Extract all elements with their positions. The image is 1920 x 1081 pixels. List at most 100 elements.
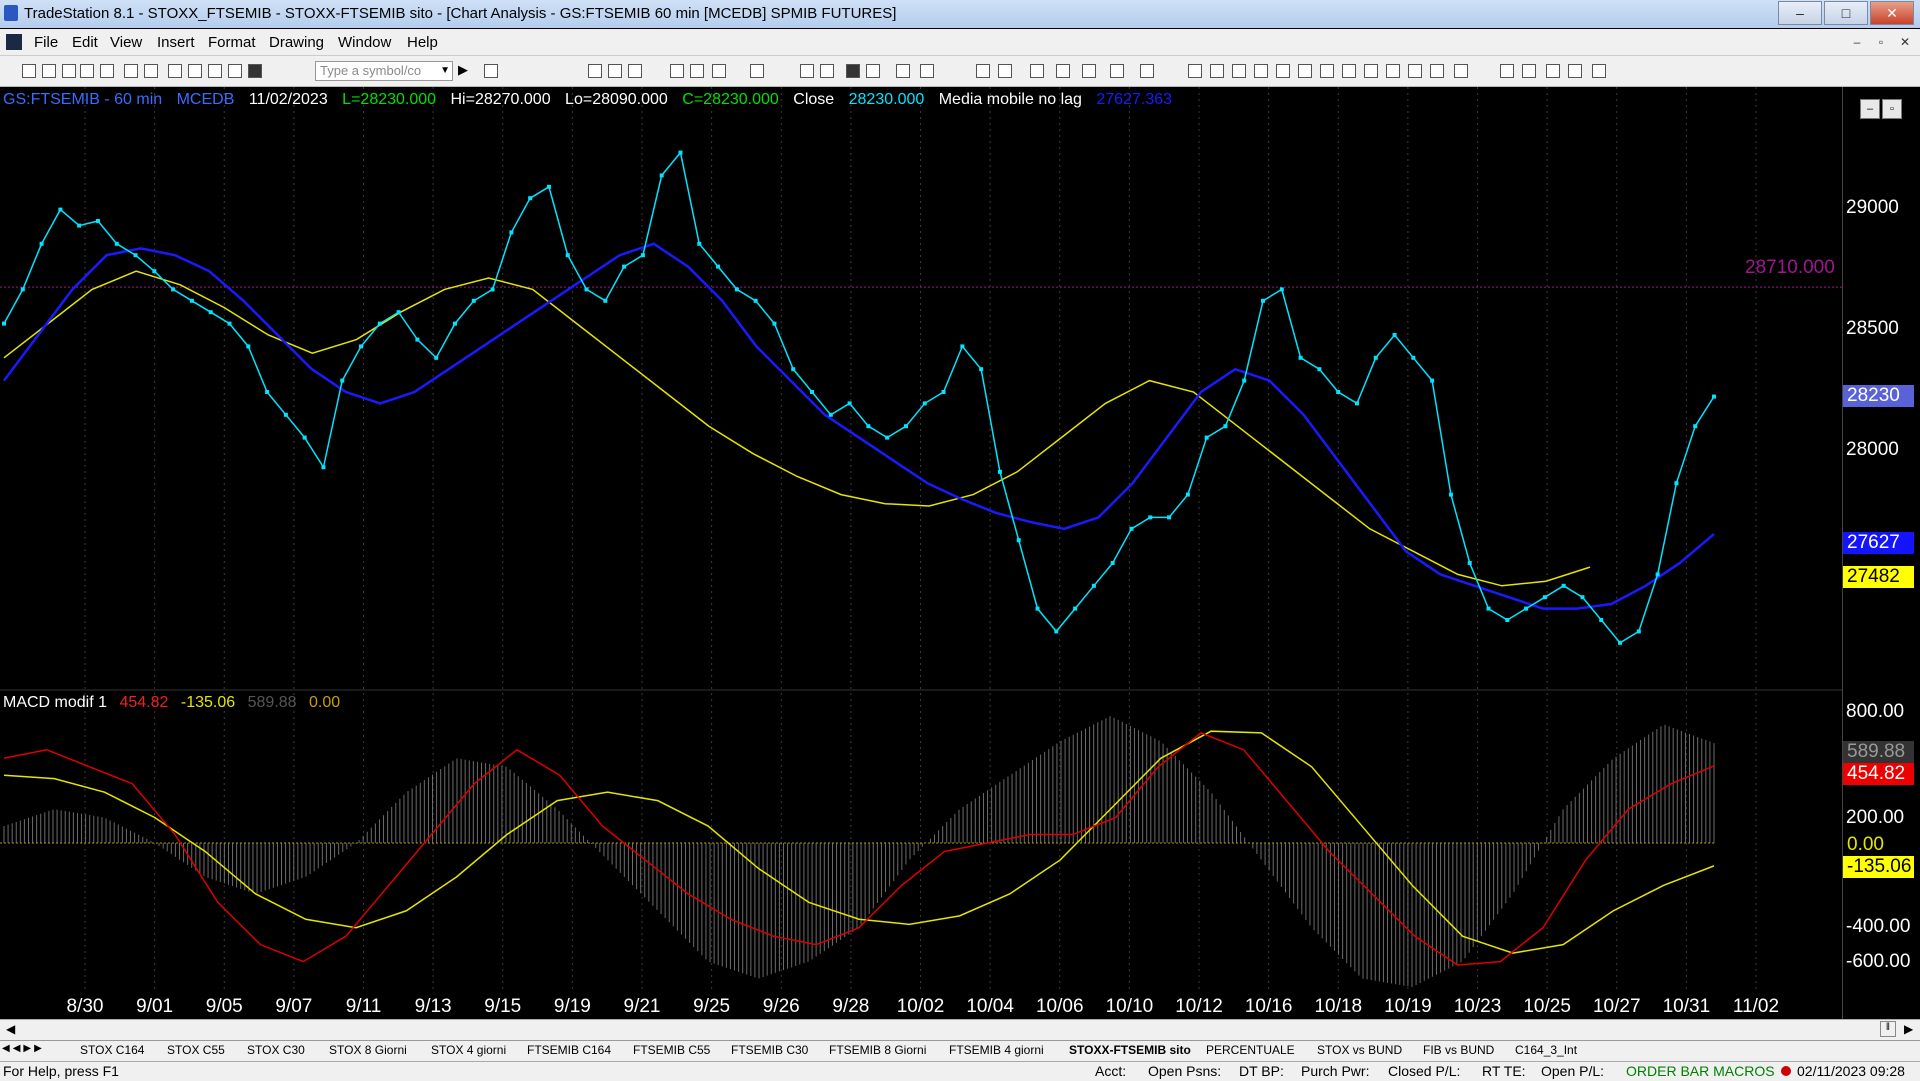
maximize-button[interactable]: □ (1824, 1, 1868, 25)
fan-icon[interactable] (1408, 64, 1422, 78)
scroll-right-icon[interactable]: ▶ (1904, 1022, 1913, 1036)
andrews-icon[interactable] (1320, 64, 1334, 78)
zoom-in-icon[interactable] (976, 64, 990, 78)
menu-edit[interactable]: Edit (72, 34, 98, 51)
arrow-up-icon[interactable] (1522, 64, 1536, 78)
symbol-input[interactable]: Type a symbol/co ▼ (315, 61, 453, 81)
horizontal-line-icon[interactable] (1210, 64, 1224, 78)
tab-stoxx-ftsemib-sito[interactable]: STOXX-FTSEMIB sito (1069, 1043, 1191, 1057)
radar-icon[interactable] (712, 64, 726, 78)
pointer-icon[interactable] (1030, 64, 1044, 78)
text-icon[interactable] (1592, 64, 1606, 78)
price-point (885, 435, 890, 440)
scroll-left-icon[interactable]: ◀ (6, 1022, 15, 1036)
gann-icon[interactable] (1254, 64, 1268, 78)
tab-fib-vs-bund[interactable]: FIB vs BUND (1423, 1043, 1494, 1057)
trade-bar-icon[interactable] (1140, 64, 1154, 78)
mdi-close-icon[interactable]: ✕ (1896, 33, 1914, 51)
menu-window[interactable]: Window (338, 34, 391, 51)
chart-type-icon[interactable] (846, 64, 860, 78)
minimize-button[interactable]: – (1778, 1, 1822, 25)
save-icon[interactable] (80, 64, 94, 78)
rectangle-icon[interactable] (1568, 64, 1582, 78)
indicator-icon[interactable] (670, 64, 684, 78)
window-icon[interactable] (168, 64, 182, 78)
chart-analysis-window[interactable]: GS:FTSEMIB - 60 min MCEDB 11/02/2023 L=2… (0, 87, 1920, 1021)
folder-icon[interactable] (100, 64, 114, 78)
order-bar-macros[interactable]: ORDER BAR MACROS (1626, 1063, 1775, 1079)
crosshair-icon[interactable] (1056, 64, 1070, 78)
close-button[interactable]: ✕ (1870, 1, 1914, 25)
menu-file[interactable]: File (34, 34, 58, 51)
print-preview-icon[interactable] (124, 64, 138, 78)
menu-help[interactable]: Help (407, 34, 438, 51)
tab-stox-c55[interactable]: STOX C55 (167, 1043, 225, 1057)
arrow-down-icon[interactable] (1500, 64, 1514, 78)
horizontal-scrollbar[interactable]: ◀ ‖ ▶ (0, 1019, 1920, 1040)
print-icon[interactable] (144, 64, 158, 78)
open-icon[interactable] (42, 64, 56, 78)
strategy-icon[interactable] (690, 64, 704, 78)
compress-icon[interactable] (920, 64, 934, 78)
new-icon[interactable] (22, 64, 36, 78)
tab-percentuale[interactable]: PERCENTUALE (1206, 1043, 1295, 1057)
tab-stox-c30[interactable]: STOX C30 (247, 1043, 305, 1057)
chart-canvas[interactable] (0, 87, 1842, 1021)
tab-ftsemib-4-giorni[interactable]: FTSEMIB 4 giorni (949, 1043, 1044, 1057)
tab-stox-4-giorni[interactable]: STOX 4 giorni (431, 1043, 506, 1057)
tab-ftsemib-c164[interactable]: FTSEMIB C164 (527, 1043, 611, 1057)
go-arrow-icon[interactable]: ▶ (458, 62, 468, 78)
bars-icon[interactable] (866, 64, 880, 78)
tab-stox-c164[interactable]: STOX C164 (80, 1043, 144, 1057)
chart-wizard-icon[interactable] (228, 64, 242, 78)
fib-icon[interactable] (1232, 64, 1246, 78)
tab-stox-vs-bund[interactable]: STOX vs BUND (1317, 1043, 1402, 1057)
table-icon[interactable] (628, 64, 642, 78)
menu-insert[interactable]: Insert (157, 34, 195, 51)
data-window-icon[interactable] (1110, 64, 1124, 78)
tab-ftsemib-8-giorni[interactable]: FTSEMIB 8 Giorni (829, 1043, 926, 1057)
regression-icon[interactable] (1342, 64, 1356, 78)
tab-nav-icon[interactable]: ◀◀▶▶ (2, 1043, 45, 1054)
tab-c164-3-int[interactable]: C164_3_Int (1515, 1043, 1577, 1057)
mdi-restore-icon[interactable]: ▫ (1872, 33, 1890, 51)
symbol-lookup-icon[interactable] (484, 64, 498, 78)
channel-icon[interactable] (1276, 64, 1290, 78)
chart-window-icon[interactable] (6, 34, 22, 50)
spiral-icon[interactable] (1430, 64, 1444, 78)
lock-icon[interactable] (208, 64, 222, 78)
zoom-out-icon[interactable] (998, 64, 1012, 78)
matrix-icon[interactable] (820, 64, 834, 78)
cycle-icon[interactable] (1364, 64, 1378, 78)
pane-minimize-icon[interactable]: – (1860, 99, 1880, 119)
tools-icon[interactable] (1082, 64, 1096, 78)
tab-ftsemib-c30[interactable]: FTSEMIB C30 (731, 1043, 808, 1057)
arc-icon[interactable] (1386, 64, 1400, 78)
price-point (847, 401, 852, 406)
menu-format[interactable]: Format (208, 34, 256, 51)
menu-view[interactable]: View (110, 34, 142, 51)
mdi-minimize-icon[interactable]: – (1848, 33, 1866, 51)
speedline-icon[interactable] (1298, 64, 1312, 78)
line-chart-icon[interactable] (608, 64, 622, 78)
layout-icon[interactable] (188, 64, 202, 78)
pane-restore-icon[interactable]: ▫ (1882, 99, 1902, 119)
scroll-thumb[interactable]: ‖ (1880, 1021, 1896, 1037)
alert-icon[interactable] (800, 64, 814, 78)
ellipse-icon[interactable] (1546, 64, 1560, 78)
bar-chart-icon[interactable] (588, 64, 602, 78)
trendline-icon[interactable] (1188, 64, 1202, 78)
tab-ftsemib-c55[interactable]: FTSEMIB C55 (633, 1043, 710, 1057)
colors-icon[interactable] (248, 64, 262, 78)
price-scale[interactable] (1842, 87, 1920, 1021)
scroll-icon[interactable] (896, 64, 910, 78)
analysis-icon[interactable] (750, 64, 764, 78)
pen-icon[interactable] (1454, 64, 1468, 78)
price-point (1712, 394, 1716, 399)
workspace-icon[interactable] (62, 64, 76, 78)
price-point (960, 344, 965, 349)
tab-stox-8-giorni[interactable]: STOX 8 Giorni (329, 1043, 407, 1057)
menu-drawing[interactable]: Drawing (269, 34, 324, 51)
price-point (227, 321, 232, 326)
chevron-down-icon[interactable]: ▼ (440, 65, 450, 76)
